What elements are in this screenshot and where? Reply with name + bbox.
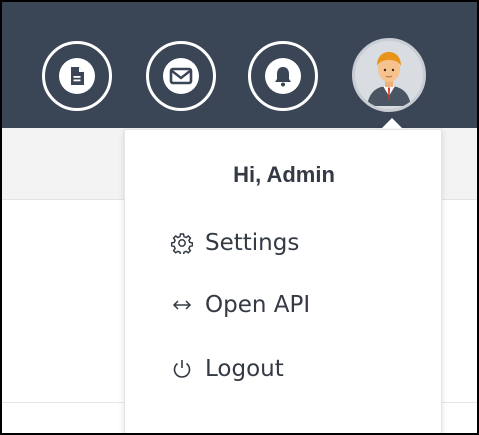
user-dropdown-menu: Hi, Admin Settings Open API Logout bbox=[124, 129, 442, 433]
mail-icon bbox=[163, 58, 199, 94]
bell-icon bbox=[265, 58, 301, 94]
menu-item-open-api[interactable]: Open API bbox=[171, 288, 310, 322]
notifications-button[interactable] bbox=[248, 41, 318, 111]
messages-button[interactable] bbox=[146, 41, 216, 111]
user-greeting: Hi, Admin bbox=[233, 162, 335, 187]
power-icon bbox=[171, 358, 193, 380]
menu-item-label: Open API bbox=[205, 292, 311, 318]
menu-item-label: Settings bbox=[205, 230, 300, 256]
gear-icon bbox=[171, 232, 193, 254]
menu-item-label: Logout bbox=[205, 356, 284, 382]
top-navbar bbox=[2, 2, 477, 128]
documents-button[interactable] bbox=[42, 41, 112, 111]
code-arrows-icon bbox=[171, 294, 193, 316]
app-frame: Hi, Admin Settings Open API Logout bbox=[0, 0, 479, 435]
menu-item-settings[interactable]: Settings bbox=[171, 226, 299, 260]
avatar-icon bbox=[367, 52, 411, 106]
user-avatar-button[interactable] bbox=[352, 38, 426, 112]
document-icon bbox=[59, 58, 95, 94]
menu-item-logout[interactable]: Logout bbox=[171, 352, 284, 386]
